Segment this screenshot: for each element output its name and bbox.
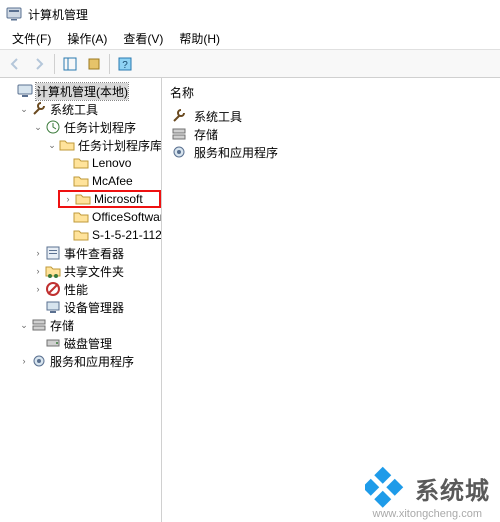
menu-action[interactable]: 操作(A) (59, 28, 115, 49)
column-header-name[interactable]: 名称 (170, 82, 492, 107)
content-area: ▶ 计算机管理(本地) ⌄ 系统工具 (0, 78, 500, 522)
clock-icon (45, 119, 61, 135)
tree-lib-sid[interactable]: ▶ S-1-5-21-11212 (60, 226, 161, 244)
tools-icon (171, 108, 187, 124)
tree-label: 存储 (50, 317, 74, 334)
menu-help[interactable]: 帮助(H) (171, 28, 228, 49)
folder-icon (59, 137, 75, 153)
expand-icon[interactable]: › (32, 283, 44, 295)
tree-label: Lenovo (92, 156, 131, 170)
tree-label: 设备管理器 (64, 299, 124, 316)
toolbar-separator (109, 54, 110, 74)
help-button[interactable]: ? (114, 53, 136, 75)
tree-label: S-1-5-21-11212 (92, 228, 162, 242)
nav-back-button[interactable] (4, 53, 26, 75)
tree-label: McAfee (92, 174, 133, 188)
menu-view[interactable]: 查看(V) (115, 28, 171, 49)
properties-button[interactable] (83, 53, 105, 75)
tree-storage[interactable]: ⌄ 存储 (18, 316, 161, 334)
tree-event-viewer[interactable]: › 事件查看器 (32, 244, 161, 262)
storage-icon (171, 126, 187, 142)
services-icon (31, 353, 47, 369)
toolbar-separator (54, 54, 55, 74)
tree-root[interactable]: ▶ 计算机管理(本地) (4, 82, 161, 100)
show-hide-tree-button[interactable] (59, 53, 81, 75)
expand-icon[interactable]: › (32, 265, 44, 277)
expand-icon[interactable]: › (18, 355, 30, 367)
list-label: 存储 (194, 126, 218, 143)
folder-icon (73, 209, 89, 225)
watermark-url: www.xitongcheng.com (373, 508, 482, 520)
shared-folder-icon (45, 263, 61, 279)
titlebar: 计算机管理 (0, 0, 500, 28)
storage-icon (31, 317, 47, 333)
tree-system-tools[interactable]: ⌄ 系统工具 (18, 100, 161, 118)
collapse-icon[interactable]: ⌄ (32, 121, 44, 133)
tree-label: 磁盘管理 (64, 335, 112, 352)
list-item-system-tools[interactable]: 系统工具 (170, 107, 492, 125)
collapse-icon[interactable]: ⌄ (46, 139, 58, 151)
tree-label: OfficeSoftware (92, 210, 162, 224)
list-label: 系统工具 (194, 108, 242, 125)
disk-icon (45, 335, 61, 351)
list-item-services-apps[interactable]: 服务和应用程序 (170, 143, 492, 161)
folder-icon (73, 227, 89, 243)
folder-icon (73, 155, 89, 171)
menubar: 文件(F) 操作(A) 查看(V) 帮助(H) (0, 28, 500, 50)
expand-icon[interactable]: › (62, 193, 74, 205)
tree-pane: ▶ 计算机管理(本地) ⌄ 系统工具 (0, 78, 162, 522)
watermark-text: 系统城 (415, 471, 490, 506)
tree-label: 共享文件夹 (64, 263, 124, 280)
tree-performance[interactable]: › 性能 (32, 280, 161, 298)
tree-lib-mcafee[interactable]: ▶ McAfee (60, 172, 161, 190)
window-title: 计算机管理 (28, 6, 88, 23)
folder-icon (75, 191, 91, 207)
app-icon (6, 6, 22, 22)
tree-disk-management[interactable]: ▶ 磁盘管理 (32, 334, 161, 352)
services-icon (171, 144, 187, 160)
tree-lib-lenovo[interactable]: ▶ Lenovo (60, 154, 161, 172)
computer-icon (17, 83, 33, 99)
list-pane: 名称 系统工具 存储 服务和应用程序 (162, 78, 500, 522)
tree-label: 任务计划程序库 (78, 137, 162, 154)
tree-task-library[interactable]: ⌄ 任务计划程序库 (46, 136, 161, 154)
svg-text:?: ? (122, 60, 128, 71)
tree-lib-officesoftware[interactable]: ▶ OfficeSoftware (60, 208, 161, 226)
tree-label: 事件查看器 (64, 245, 124, 262)
collapse-icon[interactable]: ⌄ (18, 319, 30, 331)
menu-file[interactable]: 文件(F) (4, 28, 59, 49)
tools-icon (31, 101, 47, 117)
tree-label: 性能 (64, 281, 88, 298)
tree-lib-microsoft[interactable]: › Microsoft (58, 190, 161, 208)
list-item-storage[interactable]: 存储 (170, 125, 492, 143)
collapse-icon[interactable]: ⌄ (18, 103, 30, 115)
tree-services-apps[interactable]: › 服务和应用程序 (18, 352, 161, 370)
tree-task-scheduler[interactable]: ⌄ 任务计划程序 (32, 118, 161, 136)
tree-label: 计算机管理(本地) (36, 83, 128, 100)
tree-label: Microsoft (94, 192, 143, 206)
expand-icon[interactable]: › (32, 247, 44, 259)
tree: ▶ 计算机管理(本地) ⌄ 系统工具 (0, 82, 161, 370)
tree-label: 服务和应用程序 (50, 353, 134, 370)
tree-label: 系统工具 (50, 101, 98, 118)
toolbar: ? (0, 50, 500, 78)
watermark-logo-icon (365, 465, 409, 512)
tree-device-manager[interactable]: ▶ 设备管理器 (32, 298, 161, 316)
folder-icon (73, 173, 89, 189)
event-icon (45, 245, 61, 261)
performance-icon (45, 281, 61, 297)
tree-shared-folders[interactable]: › 共享文件夹 (32, 262, 161, 280)
list-label: 服务和应用程序 (194, 144, 278, 161)
device-icon (45, 299, 61, 315)
nav-forward-button[interactable] (28, 53, 50, 75)
tree-label: 任务计划程序 (64, 119, 136, 136)
